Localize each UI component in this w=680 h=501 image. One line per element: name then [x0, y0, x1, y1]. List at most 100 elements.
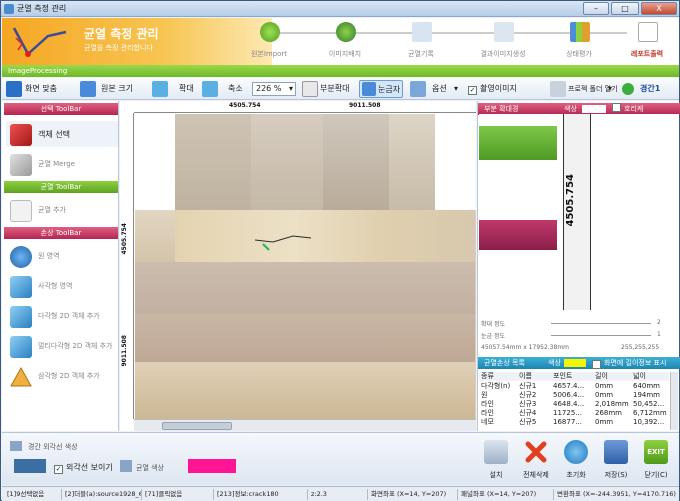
scroll-thumb[interactable]	[162, 422, 232, 430]
show-length-checkbox[interactable]: ✓ 화면에 길이정보 표시	[592, 357, 666, 369]
triangle-icon	[10, 366, 32, 387]
image-canvas[interactable]: 4505.754 9011.508 4505.754 9011.508	[120, 101, 476, 431]
magnifier-icon[interactable]	[302, 81, 318, 97]
status-cell: [2]더블(a):source1928_6	[62, 489, 142, 500]
monitor-icon[interactable]	[202, 81, 218, 97]
image-tile	[135, 262, 475, 314]
crack-toolbar-header: 균열 ToolBar	[4, 181, 118, 193]
step-evaluation[interactable]: 상태평가	[546, 22, 612, 62]
crack-pen-icon	[10, 200, 32, 222]
options-icon[interactable]	[410, 81, 426, 97]
crack-annotation[interactable]	[253, 226, 313, 254]
status-cell: z:2.3	[308, 489, 368, 500]
install-button[interactable]: 설치	[480, 440, 512, 482]
fit-screen-button[interactable]: 화면 맞춤	[25, 81, 57, 97]
original-size-button[interactable]: 원본 크기	[101, 81, 133, 97]
step-report[interactable]: 레포트출력	[614, 22, 680, 62]
vertical-ruler: 4505.754 9011.508	[120, 113, 134, 419]
triangle-add-tool[interactable]: 삼각형 2D 객체 추가	[6, 363, 118, 389]
table-row[interactable]: 네모 신규5 16877... 0mm 10,392...	[479, 418, 669, 427]
tool-panel: 선택 ToolBar 객체 선택 균열 Merge 균열 ToolBar 균열 …	[2, 101, 119, 431]
section-banner: ImageProcessing	[2, 65, 679, 77]
grid-degree-row[interactable]: 눈금 정도 1	[481, 331, 673, 340]
merge-icon	[10, 154, 32, 176]
show-outline-checkbox[interactable]: ✓ 외각선 보이기	[54, 462, 113, 474]
window-title: 균열 측정 관리	[17, 4, 67, 13]
table-row[interactable]: 다각형(n) 신규1 4657.4... 0mm 640mm	[479, 382, 669, 391]
crack-color-swatch[interactable]	[188, 459, 236, 473]
horizontal-scrollbar[interactable]	[134, 419, 476, 431]
span-label[interactable]: 경간1	[640, 81, 660, 97]
red-x-icon	[525, 441, 547, 463]
grid-degree-slider[interactable]	[551, 335, 651, 336]
document-icon	[412, 22, 432, 42]
chevron-down-icon[interactable]: ▾	[454, 81, 458, 97]
close-button[interactable]: X	[641, 2, 677, 15]
header-title: 균열 측정 관리	[84, 27, 159, 41]
cube-icon	[10, 124, 32, 146]
step-result[interactable]: 결과이미지생성	[470, 22, 536, 62]
zoom-ruler-value: 4505.754	[565, 174, 576, 227]
rect-area-tool[interactable]: 사각형 영역	[6, 273, 118, 299]
zoom-degree-row[interactable]: 확대 정도 2	[481, 319, 673, 328]
zoom-view[interactable]: 4505.754	[479, 114, 679, 310]
circle-icon	[10, 246, 32, 268]
exit-button[interactable]: EXIT 닫기(C)	[640, 440, 672, 482]
table-scrollbar[interactable]	[670, 372, 678, 430]
table-row[interactable]: 라인 신규3 4648.4... 2,018mm 50,452...	[479, 400, 669, 409]
table-row[interactable]: 원 신규2 5006.4... 0mm 194mm	[479, 391, 669, 400]
recycle-icon	[336, 22, 356, 42]
capture-checkbox[interactable]: ✓ 촬영이미지	[468, 81, 517, 97]
table-row[interactable]: 라인 신규4 11725... 268mm 6,712mm	[479, 409, 669, 418]
empty-area	[135, 114, 175, 210]
grid-toggle[interactable]: 눈금자	[359, 80, 403, 98]
outline-color-swatch[interactable]	[14, 459, 46, 473]
exit-icon: EXIT	[644, 440, 668, 464]
crack-add-tool[interactable]: 균열 추가	[6, 197, 118, 223]
fit-screen-icon[interactable]	[6, 81, 22, 97]
chevron-down-icon[interactable]: ▾	[608, 81, 612, 97]
zoom-degree-slider[interactable]	[551, 323, 651, 324]
status-cell: [71]클릭없음	[142, 489, 214, 500]
crack-color-label: 균열 색상	[136, 464, 164, 472]
folder-icon[interactable]	[550, 81, 566, 97]
bottom-panel: 경간 외각선 색상 ✓ 외각선 보이기 균열 색상 설치 전체삭제 초기화 저장(…	[2, 432, 679, 485]
status-cell: 화면좌표 (X=14, Y=207)	[368, 489, 458, 500]
zoom-in-button[interactable]: 확대	[179, 81, 194, 97]
refresh-icon[interactable]	[622, 83, 634, 95]
floppy-disk-icon	[604, 440, 628, 464]
table-header-row: 종류 이름 포인트 길이 넓이	[479, 372, 669, 381]
app-header: 균열 측정 관리 균열을 측정 관리합니다 원본Import 이미지배치 균열기…	[2, 18, 679, 65]
grid-table-icon[interactable]	[80, 81, 96, 97]
damage-table: 종류 이름 포인트 길이 넓이 다각형(n) 신규1 4657.4... 0mm…	[479, 372, 679, 431]
zoom-out-button[interactable]: 축소	[228, 81, 243, 97]
header-banner: 균열 측정 관리 균열을 측정 관리합니다	[2, 18, 272, 65]
maximize-button[interactable]: □	[611, 2, 639, 15]
object-select-tool[interactable]: 객체 선택	[6, 121, 118, 147]
monitor-icon[interactable]	[152, 81, 168, 97]
stitched-image[interactable]	[135, 114, 476, 419]
step-record[interactable]: 균열기록	[388, 22, 454, 62]
zoom-level-select[interactable]: 226 % ▾	[252, 82, 296, 96]
zoom-color-swatch[interactable]	[582, 105, 606, 113]
crack-merge-tool[interactable]: 균열 Merge	[6, 151, 118, 177]
install-icon	[484, 440, 508, 464]
options-button[interactable]: 옵션	[432, 81, 447, 97]
bar-chart-icon	[570, 22, 590, 42]
step-import[interactable]: 원본Import	[236, 22, 302, 62]
arrow-right-icon	[260, 22, 280, 42]
step-arrange[interactable]: 이미지배치	[312, 22, 378, 62]
polygon-add-tool[interactable]: 다각형 2D 객체 추가	[6, 303, 118, 329]
circle-area-tool[interactable]: 원 영역	[6, 243, 118, 269]
image-tile	[135, 314, 475, 362]
coordinate-readout: 45057.54mm x 17952.38mm 255,255,255	[481, 344, 660, 351]
save-button[interactable]: 저장(S)	[600, 440, 632, 482]
status-cell: [1]9선택없음	[4, 489, 62, 500]
damage-color-swatch[interactable]	[564, 359, 586, 367]
empty-area	[435, 114, 476, 210]
reset-button[interactable]: 초기화	[560, 440, 592, 482]
multipolygon-add-tool[interactable]: 멀티다각형 2D 객체 추가	[6, 333, 118, 359]
partial-zoom-button[interactable]: 부분확대	[320, 81, 349, 97]
minimize-button[interactable]: –	[583, 2, 609, 15]
delete-all-button[interactable]: 전체삭제	[520, 440, 552, 482]
